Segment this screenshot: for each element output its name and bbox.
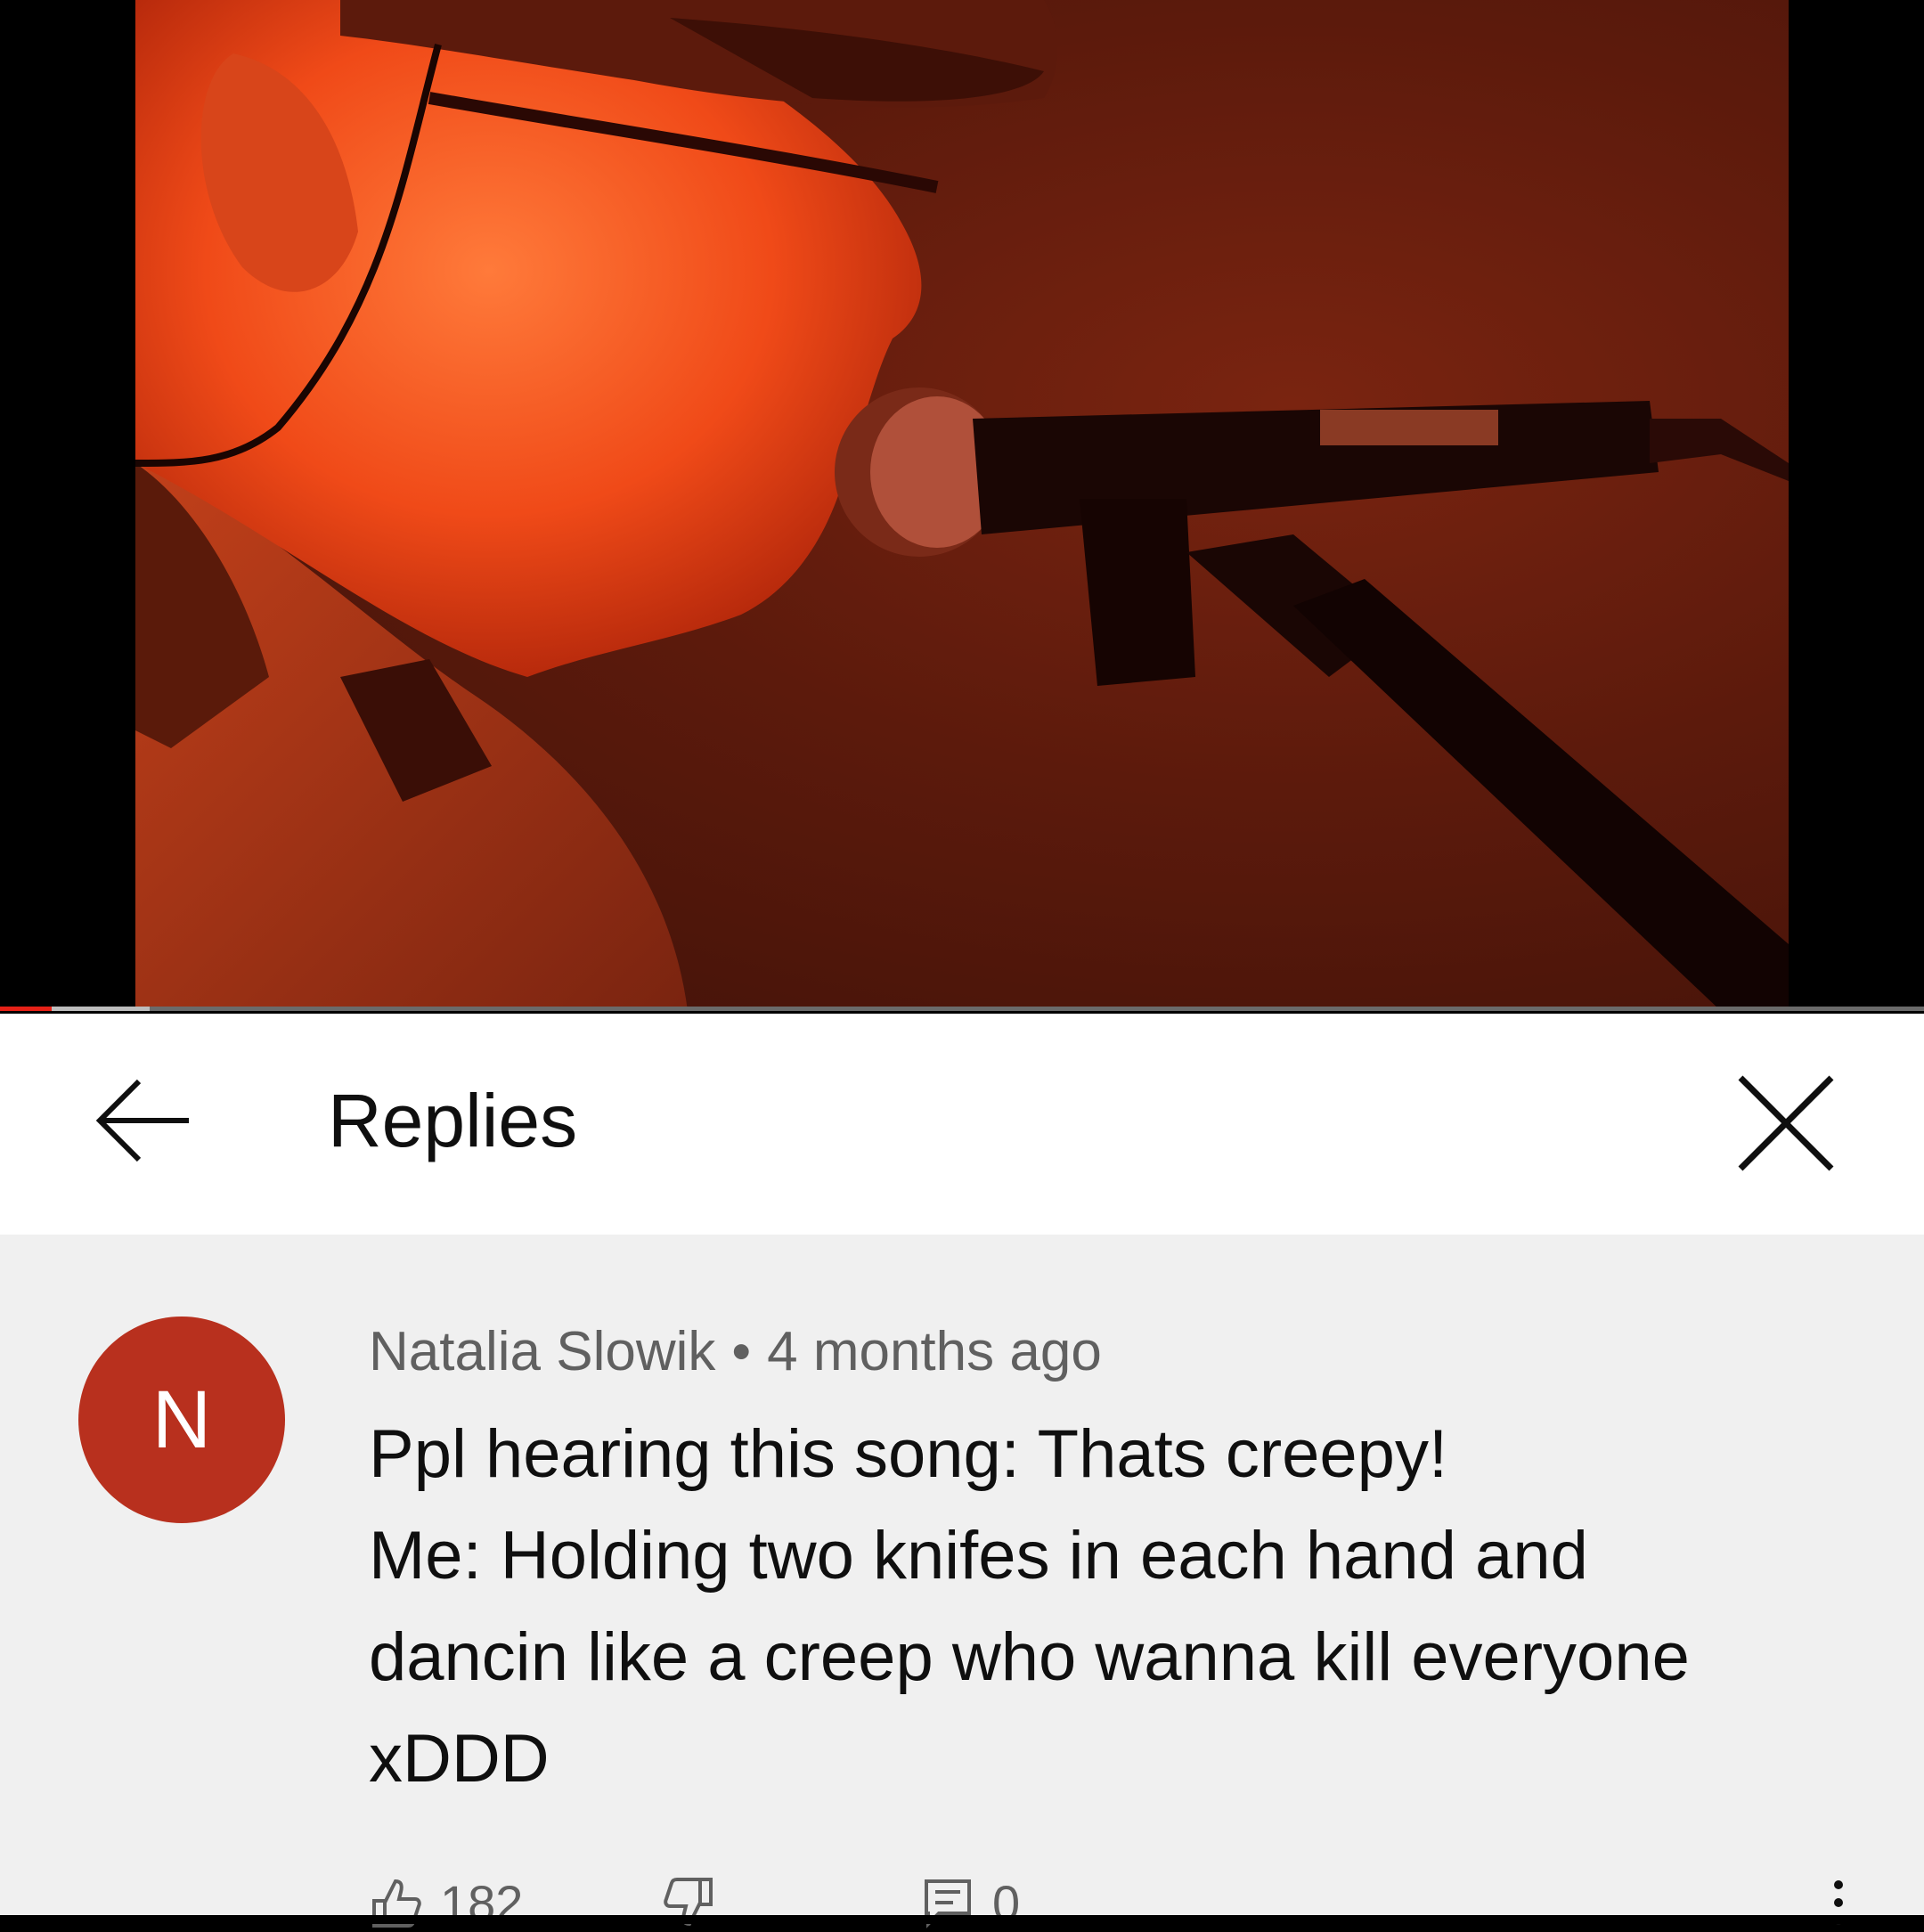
video-still-image [135, 0, 1789, 1011]
progress-played [0, 1007, 53, 1011]
comment-line: dancin like a creep who wanna kill every… [369, 1619, 1690, 1695]
bottom-edge [0, 1915, 1924, 1924]
back-button[interactable] [89, 1067, 196, 1174]
comment-meta: Natalia Slowik • 4 months ago [369, 1320, 1102, 1383]
comment-line: Ppl hearing this song: Thats creepy! [369, 1416, 1448, 1492]
video-progress-bar[interactable] [0, 1007, 1924, 1011]
close-button[interactable] [1728, 1065, 1844, 1181]
close-icon [1738, 1075, 1834, 1171]
page-title: Replies [328, 1079, 578, 1162]
comment-line: Me: Holding two knifes in each hand and [369, 1518, 1588, 1594]
comment-line: xDDD [369, 1721, 550, 1797]
comment-text: Ppl hearing this song: Thats creepy! Me:… [369, 1404, 1830, 1810]
avatar[interactable]: N [78, 1317, 285, 1523]
comment-author[interactable]: Natalia Slowik [369, 1321, 715, 1382]
meta-separator: • [731, 1321, 752, 1382]
arrow-left-icon [95, 1079, 189, 1162]
replies-header: Replies [0, 1014, 1924, 1235]
video-player[interactable] [0, 0, 1924, 1011]
comments-panel: N Natalia Slowik • 4 months ago Ppl hearin… [0, 1235, 1924, 1931]
comment-time[interactable]: 4 months ago [767, 1321, 1102, 1382]
video-frame[interactable] [135, 0, 1789, 1011]
